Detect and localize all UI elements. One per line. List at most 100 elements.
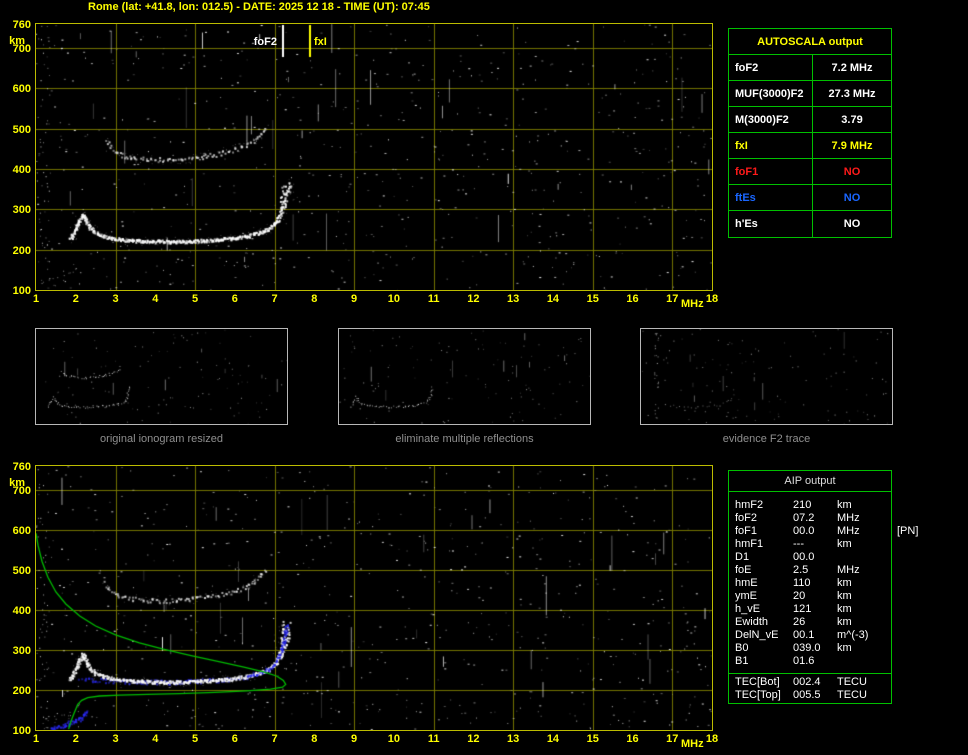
aip-unit: km [837,590,852,602]
aip-param: foF1 [735,525,758,537]
aip-value: --- [793,538,804,550]
x-tick-label: 14 [546,733,560,745]
autoscala-table-title: AUTOSCALA output [729,29,891,55]
x-tick-label: 4 [152,293,159,305]
aip-unit: MHz [837,564,860,576]
ionogram-recorded-plot: foF2 fxI [35,23,713,291]
aip-unit: km [837,499,852,511]
y-tick-label: 400 [12,164,31,177]
aip-value: 121 [793,603,812,615]
x-tick-label: 5 [191,293,199,305]
aip-row: DelN_vE 00.1 m^(-3) [735,629,891,642]
autoscala-param: foF1 [729,159,813,184]
aip-tec-unit: TECU [837,676,867,688]
x-tick-label: 2 [72,733,79,745]
x-tick-label: 12 [467,733,480,745]
x-tick-label: 18 [705,293,719,305]
y-tick-label: 200 [12,244,31,257]
x-tick-label: 10 [387,293,400,305]
autoscala-value: NO [843,218,861,230]
autoscala-output-table: AUTOSCALA output foF2 7.2 MHz MUF(3000)F2 2… [728,28,892,238]
x-tick-label: 8 [311,733,318,745]
ionogram-restored-plot [35,465,713,731]
x-tick-label: 15 [586,733,599,745]
aip-row: hmF1 --- km [735,538,891,551]
x-tick-label: 16 [626,293,639,305]
autoscala-row: ftEs NO [729,185,891,211]
x-tick-label: 5 [191,733,199,745]
x-axis-unit-label: MHz [681,738,704,750]
aip-value: 01.6 [793,655,815,667]
aip-param: D1 [735,551,750,563]
aip-tec-row: TEC[Top] 005.5 TECU [735,689,891,702]
aip-value: 110 [793,577,811,589]
aip-value: 2.5 [793,564,809,576]
autoscala-param: ftEs [729,185,813,210]
aip-row: foE 2.5 MHz [735,564,891,577]
thumbnail-evidence-f2 [640,328,893,425]
y-tick-label: 200 [12,685,31,697]
x-tick-label: 7 [271,733,278,745]
aip-row: h_vE 121 km [735,603,891,616]
x-tick-label: 17 [666,293,679,305]
autoscala-param: MUF(3000)F2 [729,81,813,106]
aip-param: h_vE [735,603,761,615]
y-tick-label: 600 [12,525,31,537]
aip-unit: MHz [837,512,860,524]
aip-value: 26 [793,616,806,628]
aip-param: B0 [735,642,749,654]
y-tick-label: 760 [12,19,31,31]
y-tick-label: 500 [12,123,31,136]
autoscala-row: M(3000)F2 3.79 [729,107,891,133]
autoscala-value: 7.2 MHz [831,61,873,74]
thumbnail-evidence-canvas [641,329,892,424]
x-tick-label: 11 [427,733,440,745]
aip-row: Ewidth 26 km [735,616,891,629]
autoscala-screen: Rome (lat: +41.8, lon: 012.5) - DATE: 20… [0,0,968,755]
aip-tec-rows: TEC[Bot] 002.4 TECU TEC[Top] 005.5 TECU [729,673,891,704]
x-tick-label: 1 [32,733,40,745]
aip-param: ymE [735,590,757,602]
autoscala-row: h'Es NO [729,211,891,237]
aip-unit: MHz [837,525,860,537]
aip-param: hmE [735,577,758,589]
autoscala-row: foF1 NO [729,159,891,185]
autoscala-param: fxI [729,133,813,158]
x-tick-label: 17 [666,733,679,745]
thumbnail-original-ionogram [35,328,288,425]
thumbnail-caption-evidence: evidence F2 trace [722,433,811,445]
x-tick-label: 7 [271,293,278,305]
aip-unit [837,655,891,668]
aip-tec-row: TEC[Bot] 002.4 TECU [735,676,891,689]
aip-value: 039.0 [793,642,821,654]
aip-tec-value: 005.5 [793,689,821,701]
autoscala-param: h'Es [729,211,813,237]
aip-row: hmF2 210 km [735,499,891,512]
thumbnail-caption-original: original ionogram resized [100,433,223,445]
y-tick-label: 400 [12,605,31,617]
y-axis-unit-label: km [9,35,25,47]
aip-unit: m^(-3) [837,629,869,641]
x-tick-label: 2 [72,293,79,305]
y-axis-unit-label: km [9,477,25,489]
aip-tec-param: TEC[Bot] [735,676,780,688]
x-tick-label: 6 [231,293,238,305]
autoscala-row: fxI 7.9 MHz [729,133,891,159]
x-tick-label: 9 [351,293,358,305]
aip-unit: km [837,577,852,589]
thumbnail-caption-eliminate: eliminate multiple reflections [395,433,534,445]
aip-value: 00.0 [793,525,815,537]
aip-value: 00.1 [793,629,815,641]
x-tick-label: 10 [387,733,400,745]
aip-param: DelN_vE [735,629,779,641]
aip-value: 00.0 [793,551,815,563]
aip-param: foF2 [735,512,758,524]
aip-table-rows: hmF2 210 km foF2 07.2 MHz foF1 00.0 MHz [PN] hmF1 -… [729,492,918,668]
aip-row: D1 00.0 [735,551,891,564]
aip-row: B0 039.0 km [735,642,891,655]
x-tick-label: 15 [586,293,599,305]
thumbnail-eliminate-reflections [338,328,591,425]
y-tick-label: 500 [12,565,31,577]
thumbnail-original-canvas [36,329,287,424]
x-tick-label: 13 [507,293,520,305]
